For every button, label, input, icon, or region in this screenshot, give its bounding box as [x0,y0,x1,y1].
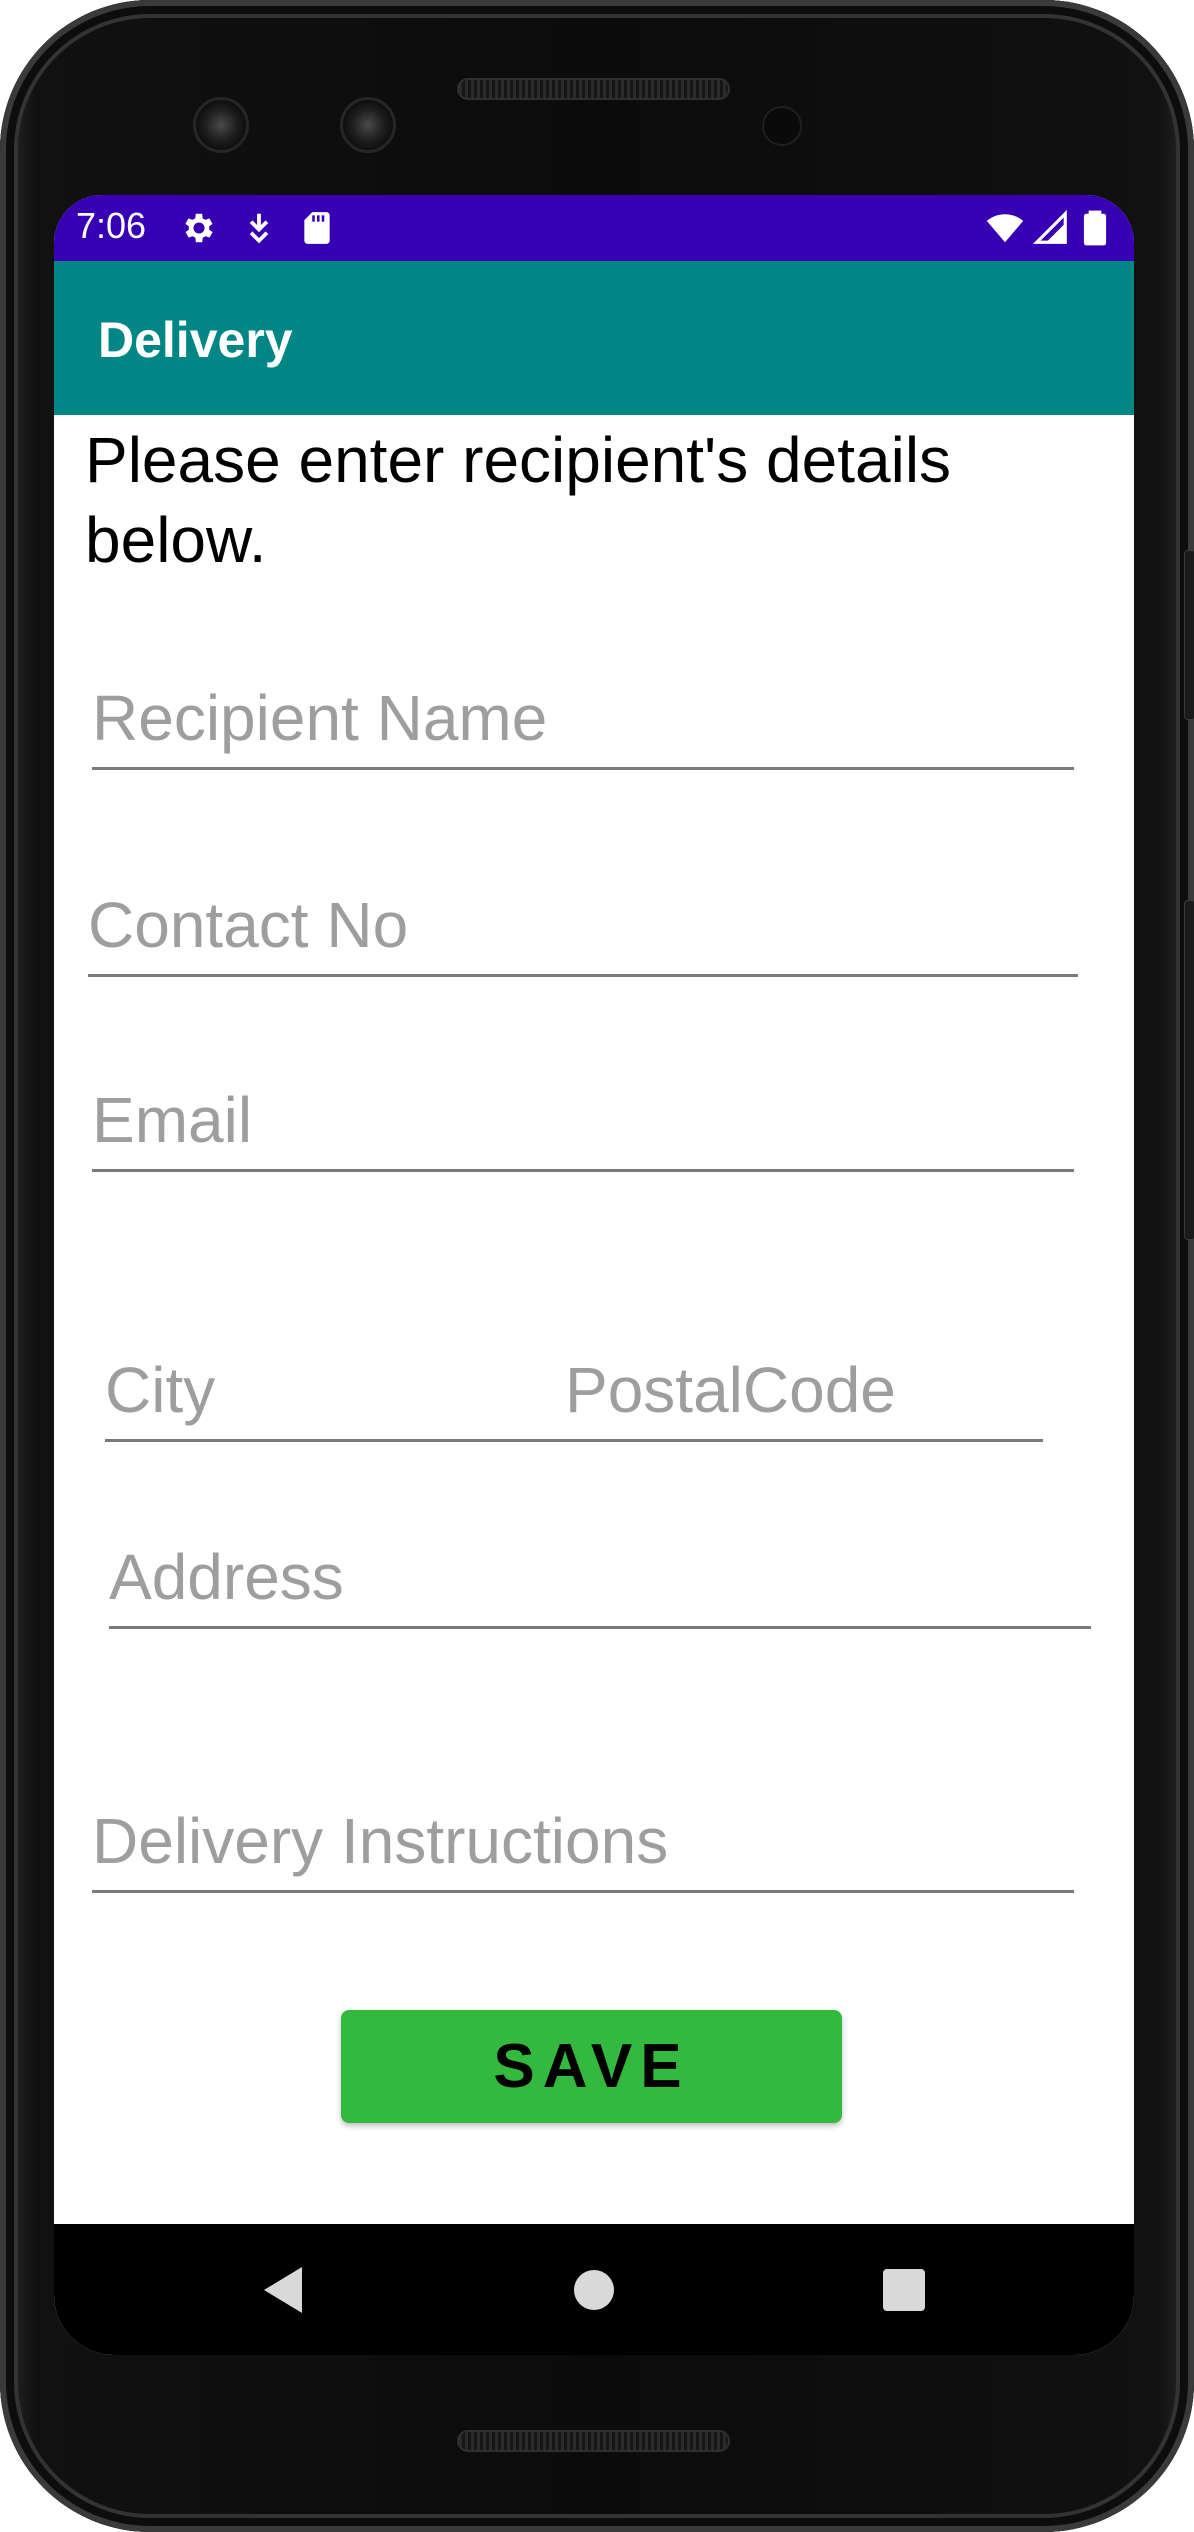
email-input[interactable] [92,1082,1074,1172]
address-input[interactable] [109,1539,1091,1629]
navigation-bar [54,2224,1134,2355]
front-camera-right [340,97,396,153]
recents-button[interactable] [874,2260,934,2320]
form-instructions: Please enter recipient's details below. [85,424,952,576]
city-input[interactable] [105,1352,565,1442]
contact-no-input[interactable] [88,887,1078,977]
proximity-sensor [762,106,802,146]
sd-card-icon [304,212,330,244]
app-title: Delivery [98,312,293,368]
volume-button [1184,900,1194,1240]
postal-code-input[interactable] [565,1352,1043,1442]
status-bar: 7:06 [54,195,1134,261]
back-icon [264,2267,302,2313]
recents-icon [883,2269,925,2311]
screen: 7:06 Delivery Please enter recipient's d… [54,195,1134,2355]
status-time: 7:06 [76,205,147,246]
top-speaker [457,78,730,100]
home-button[interactable] [564,2260,624,2320]
home-icon [574,2270,614,2310]
save-button[interactable]: SAVE [341,2010,842,2123]
delivery-instructions-input[interactable] [92,1803,1074,1893]
gear-icon [185,213,213,243]
power-button [1184,550,1194,720]
signal-icon [1032,209,1067,244]
app-bar: Delivery [54,261,1134,415]
front-camera-left [193,97,249,153]
recipient-name-input[interactable] [92,680,1074,770]
download-arrow-icon [249,213,269,244]
wifi-icon [986,214,1024,243]
battery-icon [1083,210,1107,246]
bottom-speaker [457,2430,730,2452]
phone-frame: 7:06 Delivery Please enter recipient's d… [0,0,1194,2532]
back-button[interactable] [254,2260,314,2320]
